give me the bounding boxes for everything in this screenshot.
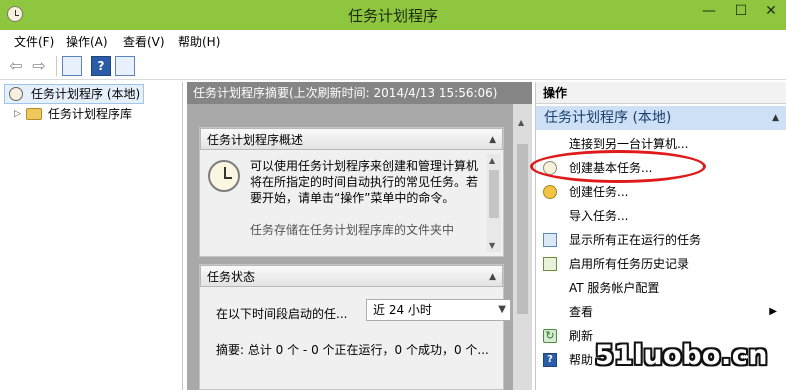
collapse-arrow-icon[interactable]: ▲ [489,266,496,288]
overview-text: 可以使用任务计划程序来创建和管理计算机将在所指定的时间自动执行的常见任务。若要开… [250,159,479,205]
action-import-task[interactable]: 导入任务... [536,204,786,228]
help-icon[interactable]: ? [91,56,111,76]
action-label: 帮助 [569,353,594,367]
scroll-up-icon[interactable]: ▲ [518,118,524,127]
history-icon [543,257,557,271]
action-label: 启用所有任务历史记录 [569,257,690,271]
summary-pane: 任务计划程序摘要(上次刷新时间: 2014/4/13 15:56:06) 任务计… [187,82,532,390]
menu-view[interactable]: 查看(V) [123,33,165,50]
status-period-select[interactable]: 近 24 小时 ▼ [366,299,511,321]
close-button[interactable]: ✕ [756,0,786,24]
action-label: 连接到另一台计算机... [569,137,689,151]
show-hide-action-pane-icon[interactable] [115,56,135,76]
collapse-arrow-icon[interactable]: ▲ [772,106,779,130]
action-enable-history[interactable]: 启用所有任务历史记录 [536,252,786,276]
running-tasks-icon [543,233,557,247]
overview-title: 任务计划程序概述 [207,133,304,147]
console-tree: 任务计划程序 (本地) ▷ 任务计划程序库 [0,82,183,390]
clock-icon [9,87,23,101]
status-panel-header[interactable]: 任务状态 ▲ [200,265,503,287]
action-at-service-config[interactable]: AT 服务帐户配置 [536,276,786,300]
overview-panel: 任务计划程序概述 ▲ 可以使用任务计划程序来创建和管理计算机将在所指定的时间自动… [199,127,504,257]
action-label: 刷新 [569,329,594,343]
action-create-basic-task[interactable]: 创建基本任务... [536,156,786,180]
maximize-button[interactable]: ☐ [726,0,756,24]
status-period-value: 近 24 小时 [373,303,432,317]
overview-scrollbar[interactable]: ▲ ▼ [487,154,501,252]
action-show-running-tasks[interactable]: 显示所有正在运行的任务 [536,228,786,252]
status-filter-label: 在以下时间段启动的任... [216,307,348,321]
action-view[interactable]: 查看 ▶ [536,300,786,324]
forward-arrow-icon[interactable]: ⇨ [29,56,49,76]
action-label: 显示所有正在运行的任务 [569,233,702,247]
tree-item-local[interactable]: 任务计划程序 (本地) [4,84,145,104]
toolbar: ⇦ ⇨ ? [0,52,786,80]
tree-item-library[interactable]: ▷ 任务计划程序库 [14,104,132,124]
actions-title: 操作 [536,82,786,104]
menu-file[interactable]: 文件(F) [14,33,54,50]
action-label: 导入任务... [569,209,629,223]
actions-group-label: 任务计划程序 (本地) [544,110,672,126]
back-arrow-icon[interactable]: ⇦ [6,56,26,76]
scroll-thumb[interactable] [489,170,499,218]
toolbar-separator [56,56,57,76]
folder-icon [26,108,42,120]
menu-bar: 文件(F) 操作(A) 查看(V) 帮助(H) [0,30,786,52]
action-connect-computer[interactable]: 连接到另一台计算机... [536,132,786,156]
action-label: 查看 [569,305,594,319]
action-label: 创建基本任务... [569,161,653,175]
collapse-arrow-icon[interactable]: ▲ [489,129,496,151]
menu-help[interactable]: 帮助(H) [178,33,220,50]
tree-item-label: 任务计划程序 (本地) [31,87,141,101]
actions-group-header[interactable]: 任务计划程序 (本地) ▲ [536,106,786,130]
scroll-down-icon[interactable]: ▼ [489,241,495,250]
minimize-button[interactable]: — [694,0,724,24]
refresh-icon: ↻ [543,329,557,343]
chevron-down-icon: ▼ [498,304,506,315]
overview-more-text: 任务存储在任务计划程序库的文件夹中 [250,223,455,236]
scroll-thumb[interactable] [517,144,528,314]
summary-scrollbar[interactable]: ▲ [513,104,532,390]
title-bar: 任务计划程序 — ☐ ✕ [0,0,786,30]
status-title: 任务状态 [207,270,256,284]
submenu-arrow-icon: ▶ [769,306,777,317]
tree-item-label: 任务计划程序库 [48,107,133,121]
show-hide-console-tree-icon[interactable] [62,56,82,76]
window-title: 任务计划程序 [347,7,438,25]
action-label: 创建任务... [569,185,629,199]
action-create-task[interactable]: 创建任务... [536,180,786,204]
clock-icon [208,160,240,192]
help-icon: ? [543,353,557,367]
scroll-up-icon[interactable]: ▲ [489,156,495,165]
status-panel: 任务状态 ▲ 在以下时间段启动的任... 近 24 小时 ▼ 摘要: 总计 0 … [199,264,511,390]
overview-panel-header[interactable]: 任务计划程序概述 ▲ [200,128,503,150]
menu-action[interactable]: 操作(A) [66,33,108,50]
expand-arrow-icon[interactable]: ▷ [14,104,21,124]
basic-task-icon [543,161,557,175]
site-watermark: 51luobo.cn [595,340,768,371]
status-summary: 摘要: 总计 0 个 - 0 个正在运行，0 个成功，0 个... [216,343,489,357]
create-task-icon [543,185,557,199]
summary-header: 任务计划程序摘要(上次刷新时间: 2014/4/13 15:56:06) [187,82,532,104]
action-label: AT 服务帐户配置 [569,281,660,295]
